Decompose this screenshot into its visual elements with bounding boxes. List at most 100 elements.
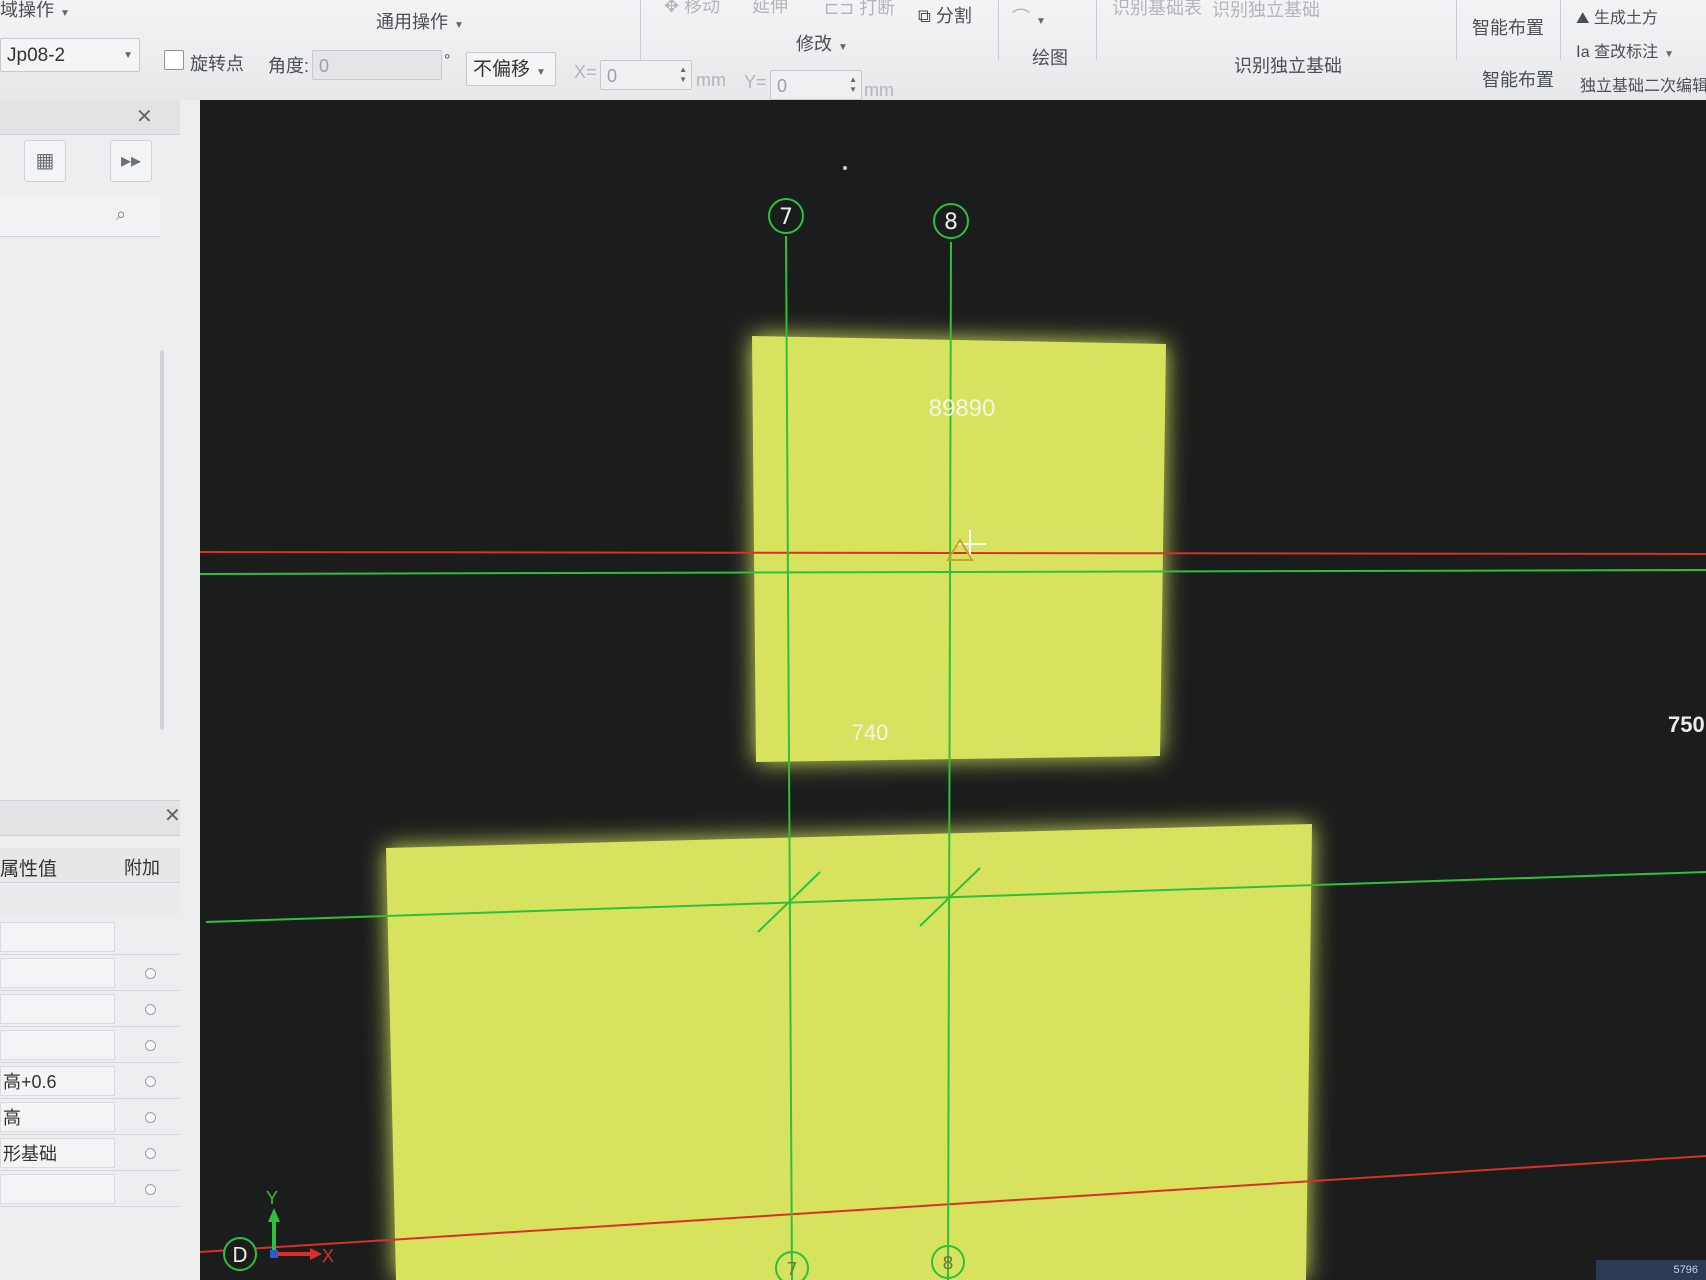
stretch-label: 延伸 <box>752 0 788 16</box>
property-value-cell[interactable]: 高 <box>0 1102 115 1132</box>
ucs-x-label: X <box>322 1246 334 1266</box>
ribbon-group-title: 域操作 <box>0 0 54 20</box>
angle-label: 角度: <box>268 56 310 76</box>
break-label: 打断 <box>859 0 896 18</box>
properties-panel-titlebar: ✕ <box>0 800 181 836</box>
isolated-secondary-edit-group-label: 独立基础二次编辑 <box>1580 78 1706 95</box>
status-strip: 5796 <box>1596 1260 1706 1280</box>
angle-input[interactable]: 0 <box>312 50 442 80</box>
check-annotation-label: 查改标注 <box>1594 44 1659 61</box>
degree-symbol: ° <box>444 52 451 69</box>
property-row[interactable] <box>0 920 180 955</box>
grid-axis-label-8: 8 <box>944 210 958 235</box>
drawing-canvas[interactable]: 7 8 7 8 D 89890 740 750 Y X 5796 <box>200 100 1706 1280</box>
property-row[interactable] <box>0 992 180 1027</box>
x-input-value: 0 <box>607 66 618 86</box>
general-ops-label: 通用操作 <box>376 12 448 32</box>
chevron-down-icon: ▼ <box>123 50 133 61</box>
ribbon-group-previous-title: 域操作 ▼ <box>0 0 70 20</box>
left-panel: ✕ ▦ ▸▸ ⌕ ✕ 属性值 附加 高+0.6 高 形基础 <box>0 100 201 1280</box>
extra-radio[interactable] <box>145 968 156 979</box>
ribbon-divider <box>1096 0 1097 60</box>
property-value-cell[interactable] <box>0 958 115 988</box>
status-text: 5796 <box>1673 1264 1698 1276</box>
stretch-button[interactable]: 延伸 <box>752 0 788 18</box>
break-icon: ⊏⊐ <box>824 0 855 18</box>
close-icon[interactable]: ✕ <box>164 803 181 828</box>
identify-table-label: 识别基础表 <box>1112 0 1202 18</box>
expand-arrows-icon[interactable]: ▸▸ <box>110 140 152 182</box>
grid-axis-label-D: D <box>232 1243 247 1267</box>
panel-scrollbar[interactable] <box>160 350 164 730</box>
break-button[interactable]: ⊏⊐ 打断 <box>824 0 895 20</box>
y-input-value: 0 <box>777 76 788 96</box>
property-row[interactable] <box>0 956 180 991</box>
identify-isolated-button[interactable]: 识别独立基础 <box>1212 0 1320 22</box>
general-ops-menu[interactable]: 通用操作 ▼ <box>376 8 464 34</box>
split-label: 分割 <box>935 6 972 26</box>
rotate-point-checkbox[interactable] <box>164 50 184 70</box>
component-search-bar[interactable]: ⌕ <box>0 196 160 237</box>
spinner-icon[interactable]: ▲ ▼ <box>679 65 687 85</box>
smart-layout-label: 智能布置 <box>1472 18 1544 38</box>
identify-group-label: 识别独立基础 <box>1234 56 1342 76</box>
property-value-cell[interactable]: 高+0.6 <box>0 1066 115 1096</box>
property-row[interactable]: 高 <box>0 1100 180 1135</box>
smart-layout-button[interactable]: 智能布置 <box>1472 14 1544 40</box>
y-label: Y= <box>744 72 767 92</box>
canvas-speck <box>843 166 847 170</box>
close-icon[interactable]: ✕ <box>136 104 153 129</box>
ribbon-divider <box>1560 0 1561 60</box>
y-input[interactable]: 0 ▲ ▼ <box>770 70 862 100</box>
extra-radio[interactable] <box>145 1040 156 1051</box>
arc-icon: ⌒ <box>1012 8 1030 28</box>
property-row[interactable]: 高+0.6 <box>0 1064 180 1099</box>
x-label: X= <box>574 62 597 82</box>
component-panel-header: ✕ <box>0 100 180 135</box>
search-icon[interactable]: ⌕ <box>116 204 126 225</box>
grid-axis-label-7-bottom: 7 <box>786 1259 797 1280</box>
generate-earthwork-button[interactable]: ⛰ 生成土方 <box>1576 4 1658 28</box>
arc-tool-button[interactable]: ⌒ ▼ <box>1012 4 1046 30</box>
ucs-axis-icon: Y X <box>266 1188 334 1266</box>
modify-label: 修改 <box>796 34 832 54</box>
y-unit-label: mm <box>864 80 894 100</box>
chevron-down-icon: ▼ <box>454 20 464 31</box>
earthwork-icon: ⛰ <box>1576 10 1590 27</box>
x-unit-label: mm <box>696 70 726 90</box>
move-icon: ✥ <box>664 0 680 16</box>
property-row[interactable] <box>0 1172 180 1207</box>
cad-drawing[interactable]: 7 8 7 8 D 89890 740 750 Y X <box>200 100 1706 1280</box>
property-value-cell[interactable] <box>0 922 115 952</box>
identify-isolated-label: 识别独立基础 <box>1212 0 1320 20</box>
property-value-cell[interactable] <box>0 1030 115 1060</box>
identify-table-button[interactable]: 识别基础表 <box>1112 0 1202 20</box>
property-row[interactable]: 形基础 <box>0 1136 180 1171</box>
layout-tool-icon[interactable]: ▦ <box>24 140 66 182</box>
spinner-icon[interactable]: ▲ ▼ <box>849 75 857 95</box>
property-value-header: 属性值 <box>0 859 58 880</box>
modify-menu[interactable]: 修改 ▼ <box>796 30 848 56</box>
extra-radio[interactable] <box>145 1184 156 1195</box>
offset-select[interactable]: 不偏移 ▼ <box>466 52 556 86</box>
ribbon-toolbar: 域操作 ▼ 通用操作 ▼ ✥ 移动 延伸 ⊏⊐ 打断 ⧉ 分割 修改 ▼ ⌒ ▼ 绘图 … <box>0 0 1706 101</box>
extra-radio[interactable] <box>145 1148 156 1159</box>
move-button[interactable]: ✥ 移动 <box>664 0 720 18</box>
rotate-point-label: 旋转点 <box>190 54 244 74</box>
extra-radio[interactable] <box>145 1076 156 1087</box>
extra-radio[interactable] <box>145 1112 156 1123</box>
component-select[interactable]: Jp08-2 ▼ <box>0 38 140 72</box>
ribbon-divider <box>1456 0 1457 60</box>
property-row[interactable] <box>0 1028 180 1063</box>
x-input[interactable]: 0 ▲ ▼ <box>600 60 692 90</box>
ucs-y-label: Y <box>266 1188 278 1208</box>
smart-layout-group-label: 智能布置 <box>1482 70 1554 90</box>
split-button[interactable]: ⧉ 分割 <box>918 2 972 28</box>
property-value-cell[interactable] <box>0 994 115 1024</box>
check-annotation-button[interactable]: Ⅰa 查改标注 ▼ <box>1576 38 1674 62</box>
property-value-cell[interactable] <box>0 1174 115 1204</box>
extra-radio[interactable] <box>145 1004 156 1015</box>
property-value-cell[interactable]: 形基础 <box>0 1138 115 1168</box>
property-extra-header: 附加 <box>124 858 160 878</box>
right-dimension-label: 750 <box>1668 712 1705 737</box>
